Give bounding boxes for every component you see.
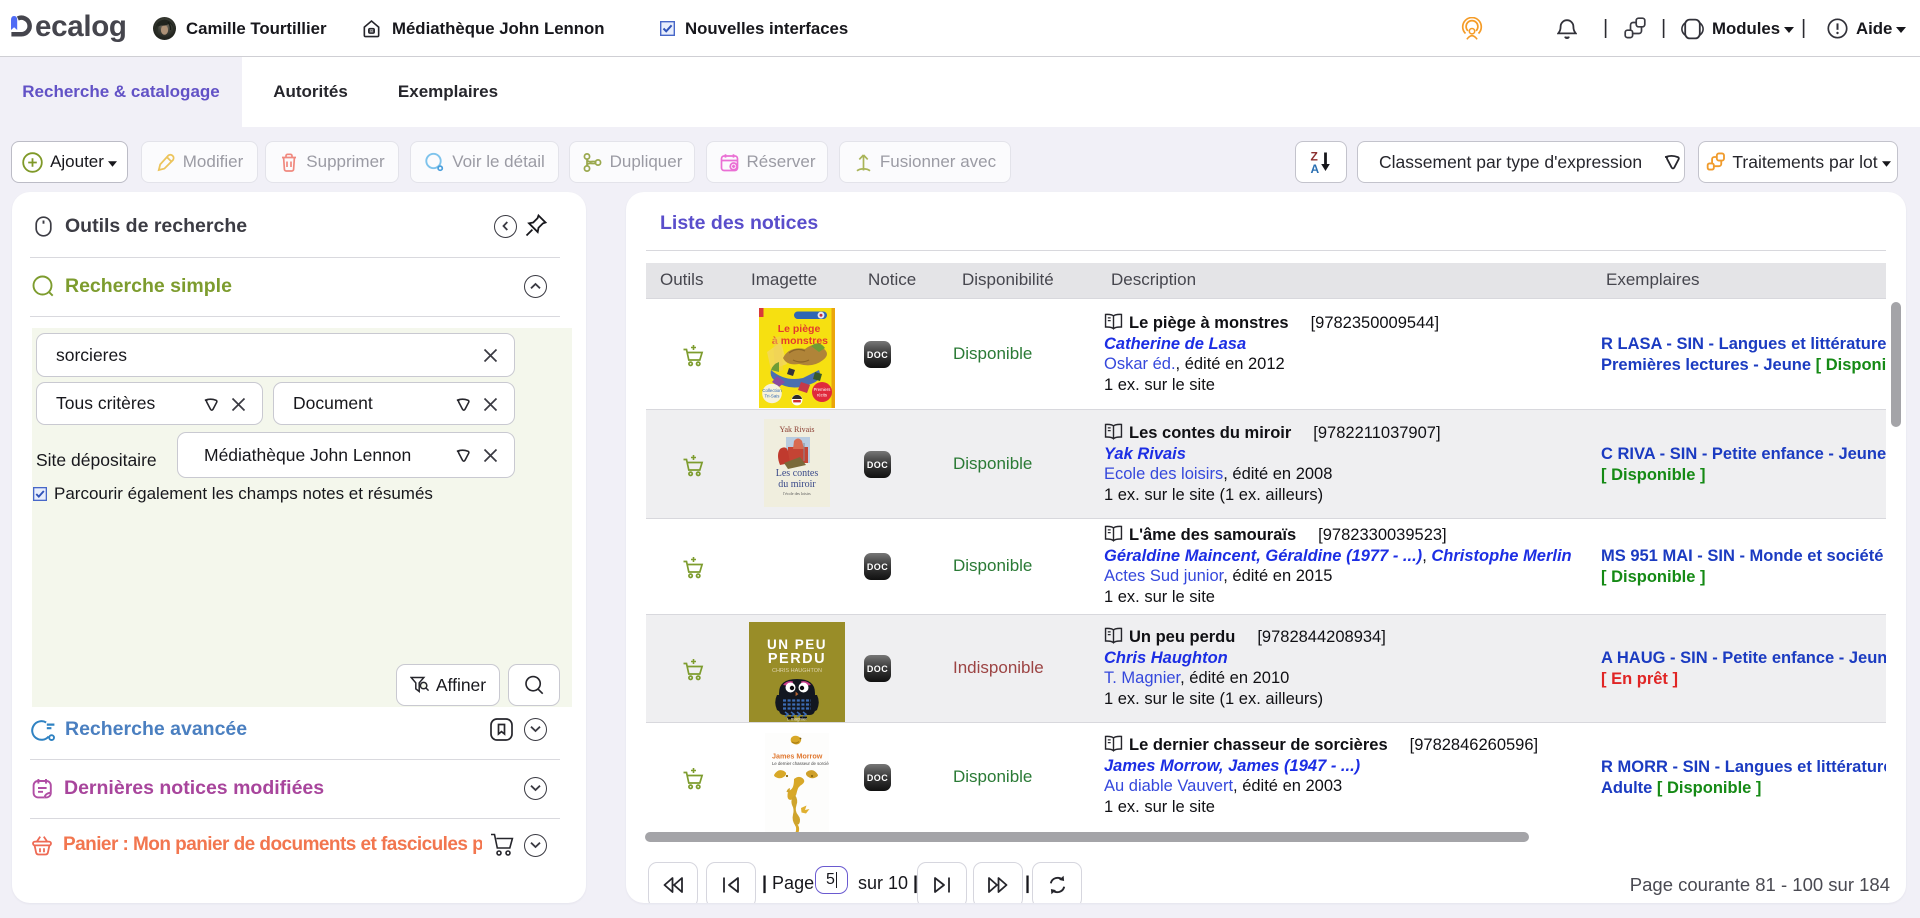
svg-text:Le piège: Le piège [778, 323, 821, 335]
svg-text:l'école des loisirs: l'école des loisirs [783, 491, 811, 496]
svg-text:récits: récits [817, 393, 827, 398]
svg-text:PERDU: PERDU [768, 651, 826, 667]
svg-text:CHRIS HAUGHTON: CHRIS HAUGHTON [772, 668, 822, 674]
svg-text:Les contes: Les contes [776, 468, 819, 479]
svg-text:du miroir: du miroir [778, 479, 816, 490]
svg-text:Yak Rivais: Yak Rivais [780, 425, 815, 434]
svg-text:Tri-Sais: Tri-Sais [765, 394, 781, 399]
svg-text:t. magnier: t. magnier [787, 717, 808, 722]
svg-text:A: A [1311, 162, 1320, 175]
svg-text:Premiers: Premiers [814, 387, 831, 392]
svg-text:UN PEU: UN PEU [767, 637, 827, 652]
svg-text:James Morrow: James Morrow [772, 752, 823, 761]
svg-text:Collection: Collection [762, 388, 782, 393]
svg-text:Le dernier chasseur de sorcièr: Le dernier chasseur de sorcières [772, 761, 829, 766]
